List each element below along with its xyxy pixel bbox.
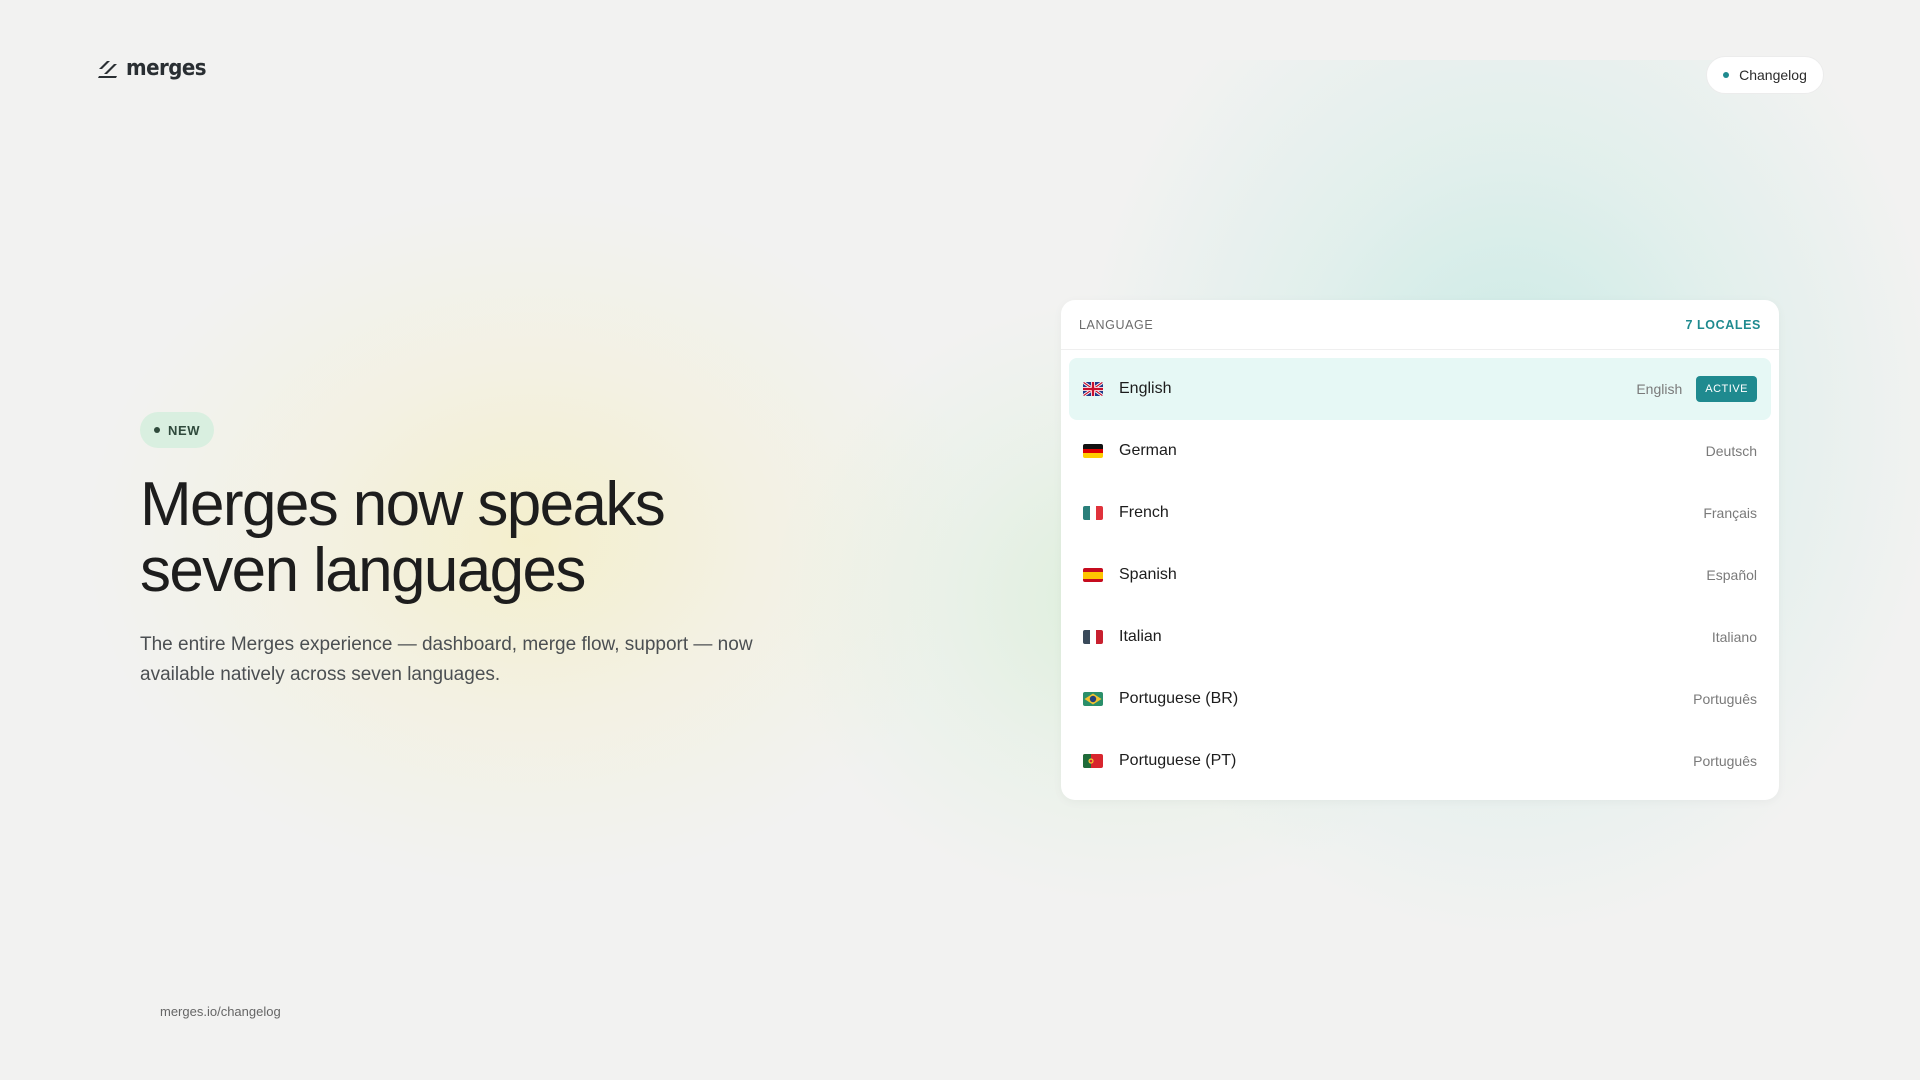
language-option-german[interactable]: German Deutsch	[1069, 420, 1771, 482]
page-subtitle: The entire Merges experience — dashboard…	[140, 634, 753, 685]
language-name: Portuguese (BR)	[1119, 690, 1239, 707]
new-badge-label: NEW	[168, 422, 201, 438]
language-native-name: Français	[1703, 505, 1757, 521]
new-badge: NEW	[140, 412, 215, 448]
language-native-name: English	[1636, 381, 1683, 397]
language-name: English	[1119, 380, 1172, 397]
language-option-italian[interactable]: Italian Italiano	[1069, 606, 1771, 668]
language-name: Portuguese (PT)	[1119, 752, 1237, 769]
language-name: Spanish	[1119, 566, 1177, 583]
brand-logo[interactable]: merges	[96, 56, 215, 81]
language-option-portuguese-pt[interactable]: Portuguese (PT) Português	[1069, 730, 1771, 792]
status-dot-icon	[1723, 72, 1730, 78]
page-title: Merges now speaks seven languages	[140, 470, 666, 605]
merges-logo-icon	[98, 60, 117, 78]
language-name: Italian	[1119, 628, 1162, 645]
brand-name: merges	[126, 56, 207, 81]
language-name: German	[1119, 442, 1177, 459]
hero-section: NEW Merges now speaks seven languages Th…	[140, 412, 800, 690]
language-option-portuguese-br[interactable]: Portuguese (BR) Português	[1069, 668, 1771, 730]
language-native-name: Português	[1693, 691, 1757, 707]
language-card-title: LANGUAGE	[1079, 317, 1154, 332]
badge-dot-icon	[154, 427, 160, 433]
spain-flag-icon	[1083, 568, 1103, 582]
language-option-french[interactable]: French Français	[1069, 482, 1771, 544]
language-native-name: Português	[1693, 753, 1757, 769]
language-native-name: Deutsch	[1705, 443, 1757, 459]
language-option-spanish[interactable]: Spanish Español	[1069, 544, 1771, 606]
france-flag-icon	[1083, 506, 1103, 520]
language-list: English English ACTIVE German Deutsch Fr…	[1061, 350, 1779, 792]
uk-flag-icon	[1083, 382, 1103, 396]
locale-count: 7 LOCALES	[1685, 317, 1761, 332]
footer-url[interactable]: merges.io/changelog	[160, 1004, 281, 1019]
italy-flag-icon	[1083, 630, 1103, 644]
brazil-flag-icon	[1083, 692, 1103, 706]
language-card: LANGUAGE 7 LOCALES English English ACTIV…	[1061, 300, 1779, 800]
changelog-label: Changelog	[1739, 67, 1807, 83]
changelog-button[interactable]: Changelog	[1706, 56, 1824, 94]
language-native-name: Italiano	[1711, 629, 1757, 645]
language-card-header: LANGUAGE 7 LOCALES	[1061, 300, 1779, 350]
language-name: French	[1119, 504, 1169, 521]
germany-flag-icon	[1083, 444, 1103, 458]
language-native-name: Español	[1706, 567, 1757, 583]
language-option-english[interactable]: English English ACTIVE	[1069, 358, 1771, 420]
portugal-flag-icon	[1083, 754, 1103, 768]
active-badge: ACTIVE	[1696, 376, 1757, 402]
